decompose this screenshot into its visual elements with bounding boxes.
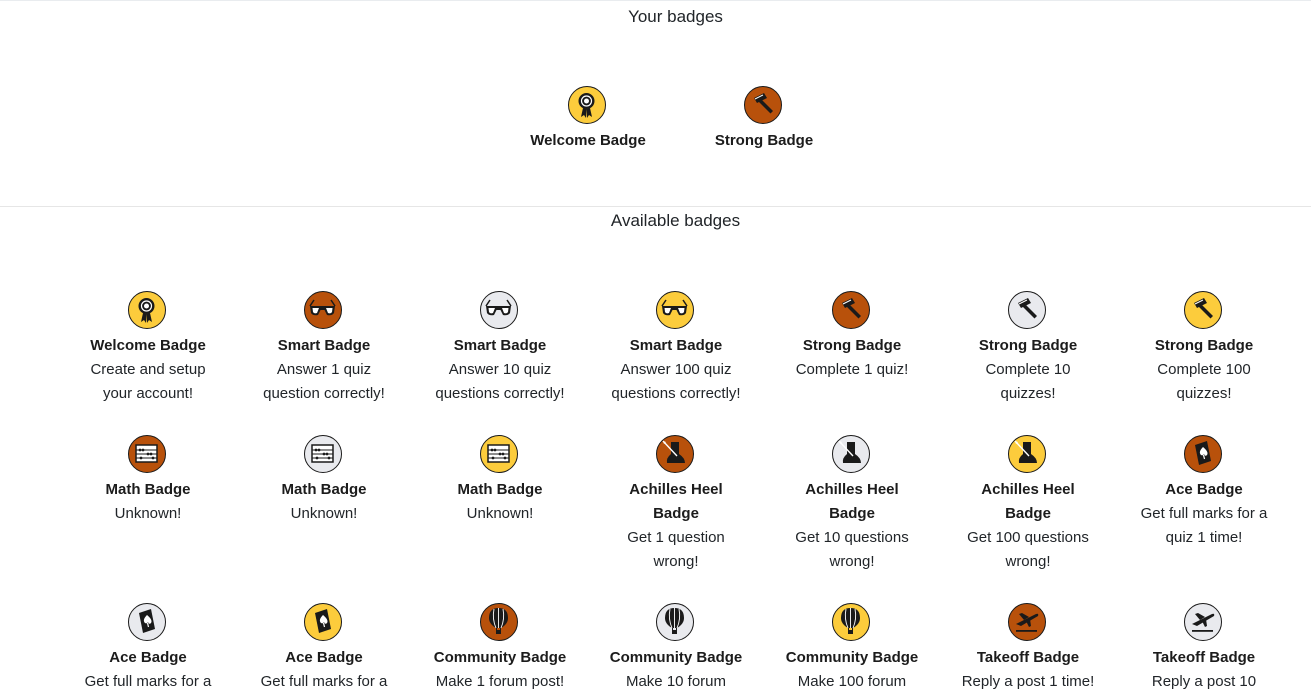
hot-air-balloon-icon — [832, 603, 870, 641]
badge-description: Make 100 forum — [797, 673, 907, 690]
hammer-icon — [1184, 291, 1222, 329]
badge-name: Ace Badge — [109, 649, 187, 666]
badge-description: Answer 1 quiz — [276, 361, 372, 378]
badge-description: quizzes! — [1176, 385, 1232, 402]
heel-arrow-icon — [1008, 435, 1046, 473]
badge-name: Strong Badge — [978, 337, 1078, 354]
badge-description: Get 10 questions — [795, 529, 909, 546]
badge-name: Welcome Badge — [90, 337, 206, 354]
badge-description: Create and setup — [90, 361, 206, 378]
badge-name: Smart Badge — [629, 337, 723, 354]
airplane-takeoff-icon — [1008, 603, 1046, 641]
badge-name: Ace Badge — [1165, 481, 1243, 498]
badge-name: Takeoff Badge — [1152, 649, 1256, 666]
hot-air-balloon-icon — [480, 603, 518, 641]
badge-name: Strong Badge — [1154, 337, 1254, 354]
badge-description: questions correctly! — [435, 385, 565, 402]
badge-name: Community Badge — [785, 649, 919, 666]
badge-description: Get 100 questions — [967, 529, 1089, 546]
ribbon-award-icon — [568, 86, 606, 124]
badge-name: Community Badge — [609, 649, 743, 666]
badge-description: questions correctly! — [611, 385, 741, 402]
badge-name: Math Badge — [457, 481, 543, 498]
abacus-icon — [128, 435, 166, 473]
badge-name: Achilles Heel Badge — [981, 481, 1075, 522]
ribbon-award-icon — [128, 291, 166, 329]
badge-name: Smart Badge — [277, 337, 371, 354]
badge-description: Make 10 forum — [625, 673, 727, 690]
badge-name: Ace Badge — [285, 649, 363, 666]
badge-name: Strong Badge — [714, 132, 814, 149]
badge-description: Make 1 forum post! — [435, 673, 565, 690]
badge-name: Strong Badge — [802, 337, 902, 354]
badge-description: wrong! — [653, 553, 699, 570]
abacus-icon — [304, 435, 342, 473]
badge-description: quizzes! — [1000, 385, 1056, 402]
badge-name: Takeoff Badge — [976, 649, 1080, 666]
badge-name: Welcome Badge — [530, 132, 646, 149]
badge-name: Achilles Heel Badge — [805, 481, 899, 522]
badge-description: your account! — [102, 385, 194, 402]
hammer-icon — [744, 86, 782, 124]
badge-name: Achilles Heel Badge — [629, 481, 723, 522]
badge-description: wrong! — [829, 553, 875, 570]
badge-description: question correctly! — [263, 385, 385, 402]
badge-description: Get full marks for a — [84, 673, 212, 690]
ace-card-icon — [128, 603, 166, 641]
glasses-icon — [304, 291, 342, 329]
section-divider — [0, 206, 1311, 207]
airplane-takeoff-icon — [1184, 603, 1222, 641]
hot-air-balloon-icon — [656, 603, 694, 641]
heel-arrow-icon — [656, 435, 694, 473]
glasses-icon — [656, 291, 694, 329]
badge-description: Get full marks for a — [1140, 505, 1268, 522]
badge-name: Math Badge — [281, 481, 367, 498]
hammer-icon — [1008, 291, 1046, 329]
badge-description: quiz 1 time! — [1165, 529, 1243, 546]
badge-description: Get 1 question — [627, 529, 725, 546]
badge-description: Answer 10 quiz — [448, 361, 552, 378]
available-badges-heading: Available badges — [610, 211, 741, 230]
badge-description: wrong! — [1005, 553, 1051, 570]
ace-card-icon — [304, 603, 342, 641]
badge-description: Answer 100 quiz — [620, 361, 732, 378]
badge-description: Get full marks for a — [260, 673, 388, 690]
badge-description: Unknown! — [466, 505, 534, 522]
badge-description: Unknown! — [114, 505, 182, 522]
badge-description: Complete 10 — [985, 361, 1071, 378]
badge-name: Community Badge — [433, 649, 567, 666]
badge-description: Complete 1 quiz! — [795, 361, 909, 378]
heel-arrow-icon — [832, 435, 870, 473]
top-border — [0, 0, 1311, 1]
hammer-icon — [832, 291, 870, 329]
badge-description: Complete 100 — [1157, 361, 1251, 378]
badge-name: Smart Badge — [453, 337, 547, 354]
badge-name: Math Badge — [105, 481, 191, 498]
glasses-icon — [480, 291, 518, 329]
your-badges-heading: Your badges — [628, 7, 723, 26]
badge-description: Unknown! — [290, 505, 358, 522]
abacus-icon — [480, 435, 518, 473]
badge-description: Reply a post 1 time! — [961, 673, 1095, 690]
ace-card-icon — [1184, 435, 1222, 473]
badge-description: Reply a post 10 — [1151, 673, 1257, 690]
